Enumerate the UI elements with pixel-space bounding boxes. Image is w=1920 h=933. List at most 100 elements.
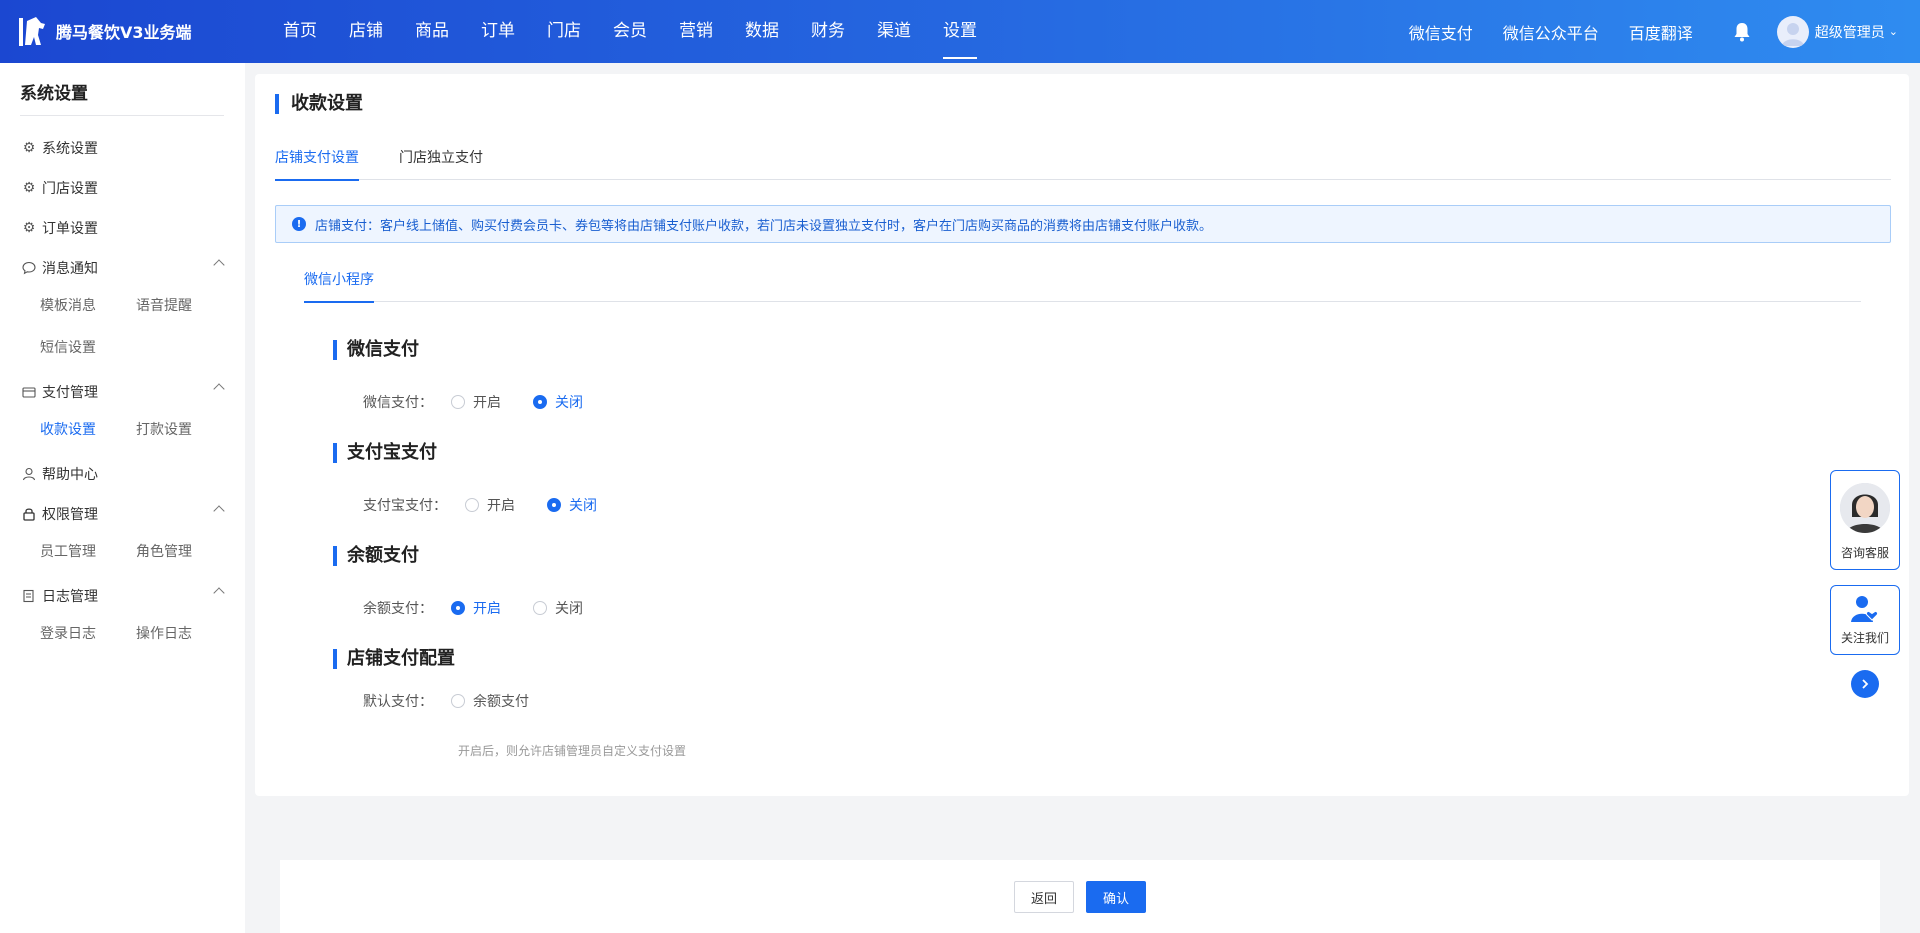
nav-shop[interactable]: 店铺 [333, 0, 399, 63]
bell-icon[interactable] [1733, 22, 1751, 42]
sidebar-subitem-operation-log[interactable]: 操作日志 [136, 616, 232, 658]
link-baidu-translate[interactable]: 百度翻译 [1629, 20, 1693, 44]
link-wechat-pay[interactable]: 微信支付 [1409, 20, 1473, 44]
follow-us-button[interactable]: 关注我们 [1830, 585, 1900, 655]
sidebar-title: 系统设置 [20, 84, 88, 104]
sidebar-item-order-settings[interactable]: ⚙ 订单设置 [0, 208, 245, 248]
footer-actions: 返回 确认 [280, 860, 1880, 933]
radio-dot [533, 395, 547, 409]
sidebar-item-store-settings[interactable]: ⚙ 门店设置 [0, 168, 245, 208]
wallet-icon [22, 385, 36, 399]
tab-wechat-miniprogram[interactable]: 微信小程序 [304, 270, 374, 303]
sidebar-item-logs[interactable]: 日志管理 [0, 576, 245, 616]
divider [20, 115, 224, 116]
radio-label: 余额支付 [473, 694, 529, 710]
sidebar-subitem-collection-settings[interactable]: 收款设置 [40, 412, 136, 454]
sidebar-item-notifications[interactable]: 消息通知 [0, 248, 245, 288]
confirm-button[interactable]: 确认 [1086, 881, 1146, 913]
submenu-permissions: 员工管理 角色管理 [0, 534, 245, 576]
nav-home[interactable]: 首页 [267, 0, 333, 63]
section-heading-shop-payment-config: 店铺支付配置 [333, 649, 455, 669]
form-row-alipay: 支付宝支付： 开启 关闭 [363, 495, 629, 515]
radio-balance-on[interactable]: 开启 [451, 598, 501, 618]
sidebar-subitem-template-msg[interactable]: 模板消息 [40, 288, 136, 330]
chevron-up-icon[interactable] [213, 383, 225, 395]
nav-marketing[interactable]: 营销 [663, 0, 729, 63]
sidebar-subitem-login-log[interactable]: 登录日志 [40, 616, 136, 658]
sidebar-item-system-settings[interactable]: ⚙ 系统设置 [0, 128, 245, 168]
radio-dot [451, 694, 465, 708]
nav-members[interactable]: 会员 [597, 0, 663, 63]
sidebar-item-label: 系统设置 [42, 141, 98, 157]
user-menu[interactable]: 超级管理员 ⌄ [1776, 15, 1898, 48]
nav-stores[interactable]: 门店 [531, 0, 597, 63]
user-avatar-icon [1781, 22, 1804, 46]
user-name: 超级管理员 [1814, 24, 1885, 41]
form-row-balance-pay: 余额支付： 开启 关闭 [363, 598, 615, 618]
sidebar: 系统设置 ⚙ 系统设置 ⚙ 门店设置 ⚙ 订单设置 消息通知 模板消息 语音提醒… [0, 63, 245, 933]
alert-text: 店铺支付：客户线上储值、购买付费会员卡、券包等将由店铺支付账户收款，若门店未设置… [315, 218, 1213, 234]
radio-dot [451, 601, 465, 615]
tab-shop-payment[interactable]: 店铺支付设置 [275, 146, 359, 181]
tabs: 店铺支付设置 门店独立支付 [275, 146, 1891, 181]
follow-user-heart-icon [1851, 596, 1879, 622]
submenu-payment: 收款设置 打款设置 [0, 412, 245, 454]
sidebar-item-label: 支付管理 [42, 385, 98, 401]
subtabs: 微信小程序 [304, 270, 1861, 303]
field-label: 默认支付： [363, 694, 433, 710]
info-alert: ! 店铺支付：客户线上储值、购买付费会员卡、券包等将由店铺支付账户收款，若门店未… [275, 205, 1891, 243]
chevron-up-icon[interactable] [213, 259, 225, 271]
nav-orders[interactable]: 订单 [465, 0, 531, 63]
nav-settings[interactable]: 设置 [927, 0, 993, 63]
radio-wechat-off[interactable]: 关闭 [533, 392, 583, 412]
sidebar-item-label: 日志管理 [42, 589, 98, 605]
sidebar-subitem-sms-settings[interactable]: 短信设置 [40, 330, 136, 372]
radio-dot [547, 498, 561, 512]
radio-alipay-off[interactable]: 关闭 [547, 495, 597, 515]
top-right-nav: 微信支付 微信公众平台 百度翻译 超级管理员 ⌄ [1409, 0, 1920, 63]
tab-store-independent-payment[interactable]: 门店独立支付 [399, 146, 483, 180]
radio-label: 关闭 [555, 601, 583, 617]
sidebar-item-permissions[interactable]: 权限管理 [0, 494, 245, 534]
sidebar-subitem-voice-alert[interactable]: 语音提醒 [136, 288, 232, 330]
chevron-up-icon[interactable] [213, 505, 225, 517]
chevron-up-icon[interactable] [213, 587, 225, 599]
form-row-default-payment: 默认支付： 余额支付 [363, 691, 561, 711]
sidebar-item-label: 消息通知 [42, 261, 98, 277]
radio-dot [465, 498, 479, 512]
radio-balance-off[interactable]: 关闭 [533, 598, 583, 618]
submenu-logs: 登录日志 操作日志 [0, 616, 245, 658]
agent-avatar-icon [1840, 483, 1890, 533]
top-navbar: 腾马餐饮V3业务端 首页 店铺 商品 订单 门店 会员 营销 数据 财务 渠道 … [0, 0, 1920, 63]
nav-goods[interactable]: 商品 [399, 0, 465, 63]
link-wechat-mp[interactable]: 微信公众平台 [1503, 20, 1599, 44]
collapse-widget-button[interactable] [1851, 670, 1879, 698]
sidebar-menu: ⚙ 系统设置 ⚙ 门店设置 ⚙ 订单设置 消息通知 模板消息 语音提醒 短信设置 [0, 128, 245, 658]
sidebar-item-label: 订单设置 [42, 221, 98, 237]
radio-label: 关闭 [569, 498, 597, 514]
logo[interactable]: 腾马餐饮V3业务端 [18, 15, 192, 47]
sidebar-subitem-staff[interactable]: 员工管理 [40, 534, 136, 576]
sidebar-item-payment[interactable]: 支付管理 [0, 372, 245, 412]
customer-service-button[interactable]: 咨询客服 [1830, 470, 1900, 570]
gear-icon: ⚙ [22, 140, 36, 156]
nav-finance[interactable]: 财务 [795, 0, 861, 63]
sidebar-item-label: 门店设置 [42, 181, 98, 197]
chevron-right-icon [1862, 679, 1869, 689]
consult-label: 咨询客服 [1840, 546, 1889, 560]
nav-channels[interactable]: 渠道 [861, 0, 927, 63]
radio-dot [533, 601, 547, 615]
sidebar-item-help-center[interactable]: 帮助中心 [0, 454, 245, 494]
sidebar-subitem-payout-settings[interactable]: 打款设置 [136, 412, 232, 454]
radio-default-balance[interactable]: 余额支付 [451, 691, 529, 711]
gear-icon: ⚙ [22, 180, 36, 196]
log-icon [22, 589, 36, 603]
nav-data[interactable]: 数据 [729, 0, 795, 63]
field-label: 支付宝支付： [363, 498, 447, 514]
radio-alipay-on[interactable]: 开启 [465, 495, 515, 515]
back-button[interactable]: 返回 [1014, 881, 1074, 913]
sidebar-item-label: 帮助中心 [42, 467, 98, 483]
sidebar-item-label: 权限管理 [42, 507, 98, 523]
sidebar-subitem-roles[interactable]: 角色管理 [136, 534, 232, 576]
radio-wechat-on[interactable]: 开启 [451, 392, 501, 412]
